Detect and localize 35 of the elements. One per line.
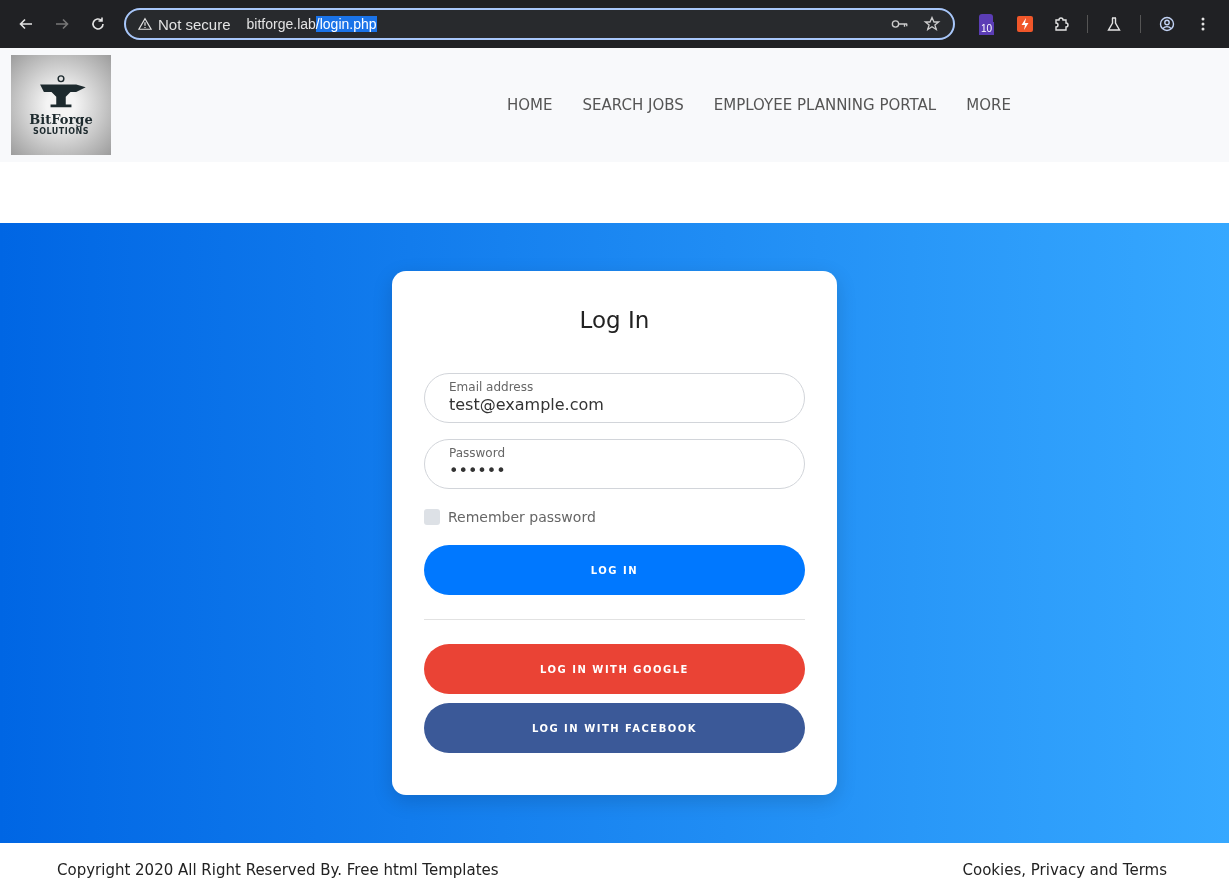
field-label: Password [449,446,507,461]
star-icon[interactable] [923,16,941,32]
address-bar[interactable]: Not secure bitforge.lab/login.php [124,8,955,40]
company-logo[interactable]: BitForge SOLUTIONS [11,55,111,155]
reload-icon[interactable] [90,16,106,32]
field-value[interactable]: test@example.com [449,395,780,414]
back-icon[interactable] [18,16,34,32]
facebook-login-button[interactable]: LOG IN WITH FACEBOOK [424,703,805,753]
logo-tagline: SOLUTIONS [32,126,90,137]
logo-name: BitForge [29,111,93,127]
nav-link[interactable]: SEARCH JOBS [582,96,684,114]
field-label: Email address [449,380,535,395]
footer-link[interactable]: Cookies, Privacy and Terms [962,860,1167,879]
input-field[interactable]: Email address test@example.com [424,373,805,423]
puzzle-icon[interactable] [1053,16,1069,32]
warning-icon [138,17,152,31]
login-title: Log In [578,307,651,333]
login-button[interactable]: LOG IN [424,545,805,595]
google-login-button[interactable]: LOG IN WITH GOOGLE [424,644,805,694]
extension-badge: 10 [979,22,995,35]
field-value[interactable]: •••••• [449,461,780,480]
copyright-text: Copyright 2020 All Right Reserved By. Free html Templates [57,860,499,879]
bolt-extension-icon[interactable] [1017,16,1033,32]
nav-link[interactable]: EMPLOYEE PLANNING PORTAL [713,96,937,114]
security-label: Not secure [158,15,231,33]
url-path: /login.php [315,16,377,32]
profile-icon[interactable] [1159,16,1175,32]
url-host: bitforge.lab [246,16,316,32]
flask-icon[interactable] [1106,16,1122,32]
forward-icon[interactable] [54,16,70,32]
nav-link[interactable]: HOME [507,96,553,114]
remember-checkbox[interactable] [424,509,440,525]
remember-label: Remember password [448,509,596,525]
input-field[interactable]: Password •••••• [424,439,805,489]
nav-link[interactable]: MORE [966,96,1011,114]
